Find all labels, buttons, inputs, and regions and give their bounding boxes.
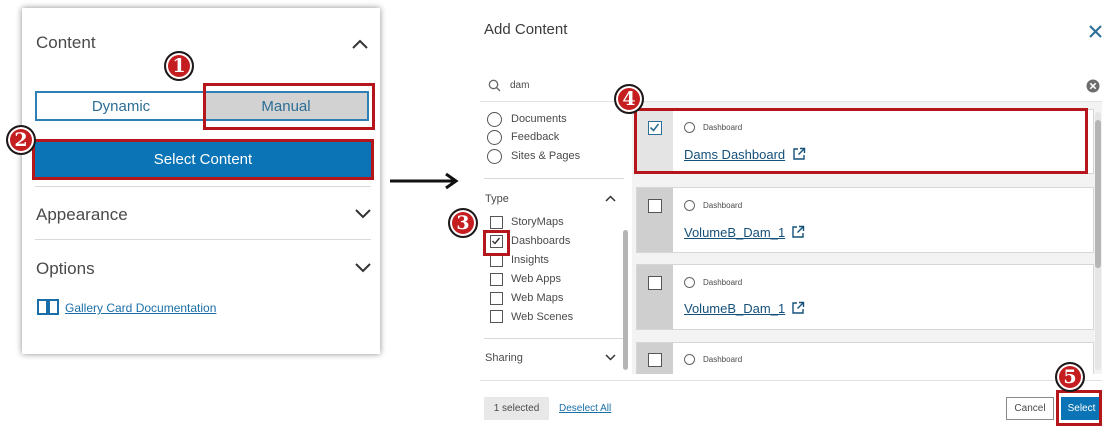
filter-label: Sites & Pages [511,150,581,162]
type-label: Dashboards [511,235,571,247]
result-checkbox[interactable] [648,353,662,367]
divider [35,186,371,187]
type-label: Web Scenes [511,311,574,323]
checkbox-web-apps[interactable] [490,273,503,286]
type-label: Web Maps [511,292,564,304]
footer-divider [480,380,1102,381]
chevron-up-icon[interactable] [605,195,616,202]
appearance-section-title[interactable]: Appearance [36,205,128,225]
gallery-card-documentation-link[interactable]: Gallery Card Documentation [65,301,216,315]
result-type: Dashboard [703,278,743,287]
chevron-down-icon[interactable] [355,263,371,273]
close-icon[interactable] [1089,25,1102,38]
gallery-card-settings-panel: Content Dynamic Manual Select Content Ap… [22,8,380,354]
checkbox-web-maps[interactable] [490,292,503,305]
external-link-icon[interactable] [791,301,805,315]
filter-label: Documents [511,113,567,125]
sharing-filter-title[interactable]: Sharing [485,352,523,364]
content-section-title: Content [36,33,96,52]
type-label: Insights [511,254,549,266]
chevron-up-icon[interactable] [352,39,368,49]
chevron-down-icon[interactable] [355,209,371,219]
result-title-link[interactable]: VolumeB_Dam_1 [684,225,785,240]
result-type: Dashboard [703,201,743,210]
type-label: Web Apps [511,273,561,285]
options-section-title[interactable]: Options [36,259,95,279]
result-card[interactable]: Dashboard [636,342,1094,374]
search-icon [488,79,501,92]
dashboard-icon [684,277,695,288]
dynamic-button[interactable]: Dynamic [37,93,205,119]
checkbox-storymaps[interactable] [490,216,503,229]
step2-highlight [32,139,374,180]
dialog-title: Add Content [484,21,568,38]
result-card[interactable]: Dashboard VolumeB_Dam_1 [636,264,1094,330]
step-1-badge: 1 [164,51,194,81]
step1-highlight [203,83,375,130]
results-scrollbar-thumb[interactable] [1095,120,1101,268]
type-label: StoryMaps [511,216,564,228]
result-title-link[interactable]: VolumeB_Dam_1 [684,301,785,316]
radio-feedback[interactable] [487,130,502,145]
deselect-all-link[interactable]: Deselect All [559,403,611,414]
step3-highlight [483,230,510,256]
dashboard-icon [684,200,695,211]
divider [484,178,624,179]
book-icon [37,299,59,315]
selected-count: 1 selected [484,397,549,420]
result-checkbox[interactable] [648,276,662,290]
result-card[interactable]: Dashboard VolumeB_Dam_1 [636,187,1094,253]
filter-label: Feedback [511,131,560,143]
step-3-badge: 3 [448,208,478,238]
radio-documents[interactable] [487,112,502,127]
radio-sites-pages[interactable] [487,149,502,164]
clear-icon[interactable] [1086,79,1100,93]
step-4-badge: 4 [614,84,644,114]
flow-arrow [390,172,459,190]
search-bar [480,71,1102,102]
divider [484,338,624,339]
filter-scrollbar[interactable] [623,230,628,370]
step4-highlight [634,108,1088,174]
step-2-badge: 2 [6,125,36,155]
result-type: Dashboard [703,355,743,364]
dashboard-icon [684,354,695,365]
divider [35,239,371,240]
result-checkbox[interactable] [648,199,662,213]
chevron-down-icon[interactable] [605,354,616,361]
cancel-button[interactable]: Cancel [1006,397,1054,420]
type-filter-title: Type [485,193,509,205]
checkbox-web-scenes[interactable] [490,310,503,323]
search-input[interactable]: dam [510,80,529,91]
step-5-badge: 5 [1055,362,1085,392]
step5-highlight [1056,390,1102,426]
external-link-icon[interactable] [791,225,805,239]
